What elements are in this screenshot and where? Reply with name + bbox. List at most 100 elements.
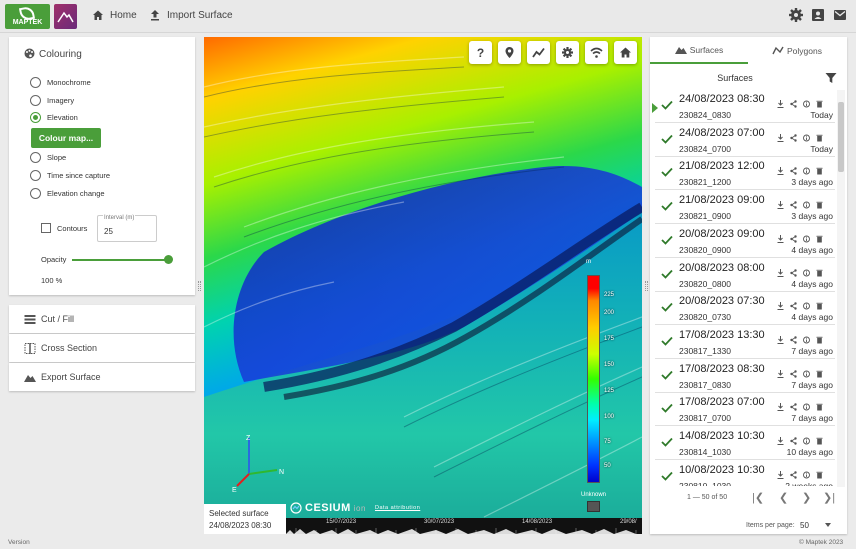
mail-icon[interactable] (832, 7, 848, 23)
opacity-slider-track[interactable] (72, 259, 168, 261)
radio-circle[interactable] (30, 77, 41, 88)
left-splitter-handle[interactable] (198, 281, 201, 291)
interval-input[interactable]: Interval (m) 25 (97, 215, 157, 242)
surface-row[interactable]: 21/08/2023 12:00 230821_1200 3 days ago (655, 157, 835, 191)
info-icon[interactable] (803, 432, 810, 445)
delete-icon[interactable] (816, 196, 823, 209)
info-icon[interactable] (803, 196, 810, 209)
viewer-settings-button[interactable] (556, 41, 579, 64)
colour-map-button[interactable]: Colour map... (31, 128, 101, 148)
first-page-button[interactable]: |❮ (752, 491, 764, 504)
radio-slope[interactable]: Slope (30, 152, 66, 163)
share-icon[interactable] (790, 466, 797, 479)
info-icon[interactable] (803, 162, 810, 175)
location-button[interactable] (498, 41, 521, 64)
info-icon[interactable] (803, 264, 810, 276)
home-view-button[interactable] (614, 41, 637, 64)
download-icon[interactable] (777, 331, 784, 344)
items-per-page-select[interactable]: 50 (800, 521, 809, 530)
download-icon[interactable] (777, 196, 784, 210)
radio-time-since-capture[interactable]: Time since capture (30, 170, 110, 181)
download-icon[interactable] (777, 432, 784, 445)
download-icon[interactable] (777, 365, 784, 378)
cut-fill-section[interactable]: Cut / Fill (9, 305, 195, 333)
info-icon[interactable] (803, 129, 810, 142)
radio-elevation-change[interactable]: Elevation change (30, 188, 105, 199)
delete-icon[interactable] (816, 162, 823, 175)
share-icon[interactable] (790, 162, 797, 176)
share-icon[interactable] (790, 398, 797, 411)
import-surface-button[interactable]: Import Surface (149, 9, 233, 21)
checkbox-box[interactable] (41, 223, 51, 233)
chevron-down-icon[interactable] (825, 523, 831, 527)
surface-row[interactable]: 21/08/2023 09:00 230821_0900 3 days ago (655, 191, 835, 225)
maptek-logo[interactable]: MAPTEK (5, 4, 50, 29)
profile-button[interactable] (527, 41, 550, 64)
export-surface-section[interactable]: Export Surface (9, 363, 195, 391)
share-icon[interactable] (790, 196, 797, 209)
surface-row[interactable]: 20/08/2023 07:30 230820_0730 4 days ago (655, 292, 835, 326)
delete-icon[interactable] (816, 264, 823, 276)
radio-circle[interactable] (30, 152, 41, 163)
delete-icon[interactable] (816, 95, 823, 108)
info-icon[interactable] (803, 398, 810, 411)
surface-row[interactable]: 17/08/2023 13:30 230817_1330 7 days ago (655, 326, 835, 359)
tab-surfaces[interactable]: Surfaces (650, 37, 748, 64)
map-viewer[interactable]: ? Z N E (204, 37, 642, 534)
info-icon[interactable] (803, 297, 810, 310)
help-button[interactable]: ? (469, 41, 492, 64)
surface-row[interactable]: 17/08/2023 07:00 230817_0700 7 days ago (655, 393, 835, 427)
delete-icon[interactable] (816, 432, 823, 445)
radio-elevation[interactable]: Elevation (30, 112, 78, 123)
download-icon[interactable] (777, 297, 784, 311)
share-icon[interactable] (790, 95, 797, 108)
interval-value[interactable]: 25 (104, 227, 113, 236)
info-icon[interactable] (803, 331, 810, 344)
info-icon[interactable] (803, 365, 810, 378)
cross-section-section[interactable]: Cross Section (9, 334, 195, 362)
share-icon[interactable] (790, 331, 797, 344)
last-page-button[interactable]: ❯| (823, 491, 835, 504)
delete-icon[interactable] (816, 331, 823, 344)
surface-list-scrollbar[interactable] (837, 90, 845, 487)
download-icon[interactable] (777, 264, 784, 277)
info-icon[interactable] (803, 466, 810, 479)
share-icon[interactable] (790, 230, 797, 243)
delete-icon[interactable] (816, 398, 823, 411)
right-splitter-handle[interactable] (645, 281, 648, 291)
home-button[interactable]: Home (92, 9, 137, 21)
delete-icon[interactable] (816, 129, 823, 142)
surface-row[interactable]: 20/08/2023 08:00 230820_0800 4 days ago (655, 259, 835, 292)
download-icon[interactable] (777, 398, 784, 412)
radio-circle[interactable] (30, 170, 41, 181)
delete-icon[interactable] (816, 230, 823, 243)
next-page-button[interactable]: ❯ (802, 491, 811, 504)
radio-circle-selected[interactable] (30, 112, 41, 123)
account-icon[interactable] (810, 7, 826, 23)
share-icon[interactable] (790, 365, 797, 378)
tab-polygons[interactable]: Polygons (748, 37, 846, 64)
surface-row[interactable]: 24/08/2023 08:30 230824_0830 Today (655, 90, 835, 123)
signal-button[interactable] (585, 41, 608, 64)
colouring-header[interactable]: Colouring (24, 48, 82, 60)
share-icon[interactable] (790, 129, 797, 142)
filter-icon[interactable] (825, 72, 837, 84)
scrollbar-thumb[interactable] (838, 102, 844, 172)
data-attribution-link[interactable]: Data attribution (375, 505, 420, 511)
download-icon[interactable] (777, 230, 784, 243)
prev-page-button[interactable]: ❮ (779, 491, 788, 504)
surface-row[interactable]: 14/08/2023 10:30 230814_1030 10 days ago (655, 427, 835, 460)
share-icon[interactable] (790, 432, 797, 445)
radio-imagery[interactable]: Imagery (30, 95, 74, 106)
surface-row[interactable]: 17/08/2023 08:30 230817_0830 7 days ago (655, 360, 835, 393)
delete-icon[interactable] (816, 365, 823, 378)
download-icon[interactable] (777, 95, 784, 108)
delete-icon[interactable] (816, 466, 823, 479)
share-icon[interactable] (790, 264, 797, 277)
timeline-bar[interactable]: 15/07/2023 30/07/2023 14/08/2023 29/08/ (286, 518, 642, 534)
share-icon[interactable] (790, 297, 797, 310)
delete-icon[interactable] (816, 297, 823, 310)
info-icon[interactable] (803, 95, 810, 108)
radio-circle[interactable] (30, 95, 41, 106)
radio-monochrome[interactable]: Monochrome (30, 77, 91, 88)
